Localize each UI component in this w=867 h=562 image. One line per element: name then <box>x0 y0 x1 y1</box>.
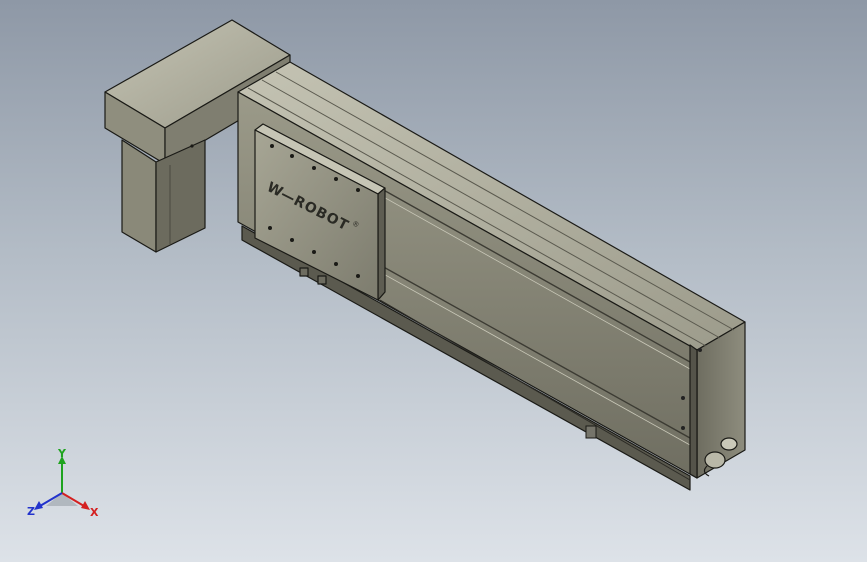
3d-model-view[interactable]: W— ROBOT ® <box>0 0 867 562</box>
y-axis-label: Y <box>57 448 67 460</box>
cad-viewport[interactable]: W— ROBOT ® Y X Z <box>0 0 867 562</box>
coordinate-triad: Y X Z <box>27 448 99 519</box>
linear-rail-body <box>237 61 746 491</box>
x-axis-label: X <box>90 506 99 519</box>
rail-bracket <box>585 425 597 439</box>
z-axis-label: Z <box>27 505 35 518</box>
